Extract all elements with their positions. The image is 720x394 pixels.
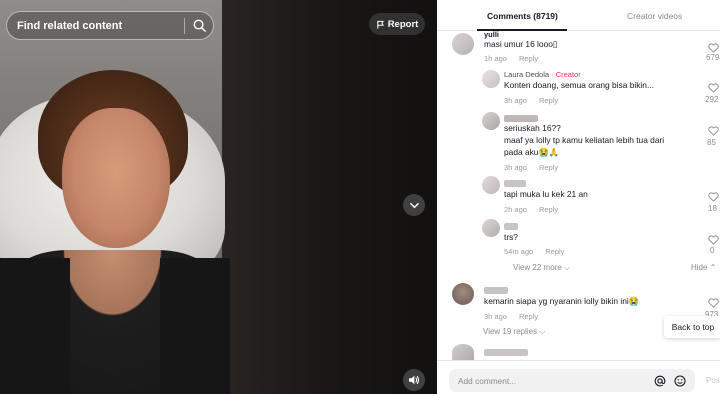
like-count: 679 xyxy=(706,53,720,62)
comment-text: seriuskah 16?? xyxy=(504,123,561,133)
blurred-username xyxy=(484,287,508,294)
chevron-down-icon xyxy=(409,202,419,208)
flag-icon xyxy=(376,20,384,29)
avatar[interactable] xyxy=(482,70,500,88)
search-input[interactable]: Find related content xyxy=(7,20,184,32)
reply-button[interactable]: Reply xyxy=(519,54,538,63)
reply-item: trs? 54m ago Reply 0 xyxy=(437,219,720,259)
search-bar[interactable]: Find related content xyxy=(6,11,214,40)
comment-time: 1h ago xyxy=(484,54,507,63)
comment-time: 3h ago xyxy=(504,163,527,172)
reply-button[interactable]: Reply xyxy=(545,247,564,256)
tab-bar: Comments (8719) Creator videos xyxy=(437,0,720,31)
comment-meta: 1h ago Reply xyxy=(484,54,538,63)
search-button[interactable] xyxy=(185,12,213,39)
reply-item: seriuskah 16?? maaf ya lolly tp kamu kel… xyxy=(437,112,720,174)
tab-creator-videos[interactable]: Creator videos xyxy=(627,11,682,21)
reply-item: Laura Dedola · Creator Konten doang, sem… xyxy=(437,68,720,108)
comment-input[interactable]: Add comment... xyxy=(449,369,695,392)
comment-author[interactable]: Laura Dedola · Creator xyxy=(504,70,581,79)
blurred-username xyxy=(504,180,526,187)
next-video-button[interactable] xyxy=(403,194,425,216)
heart-icon[interactable] xyxy=(708,192,719,202)
back-to-top-button[interactable]: Back to top xyxy=(664,316,720,338)
heart-icon[interactable] xyxy=(708,298,719,308)
comment-text: pada aku😭🙏 xyxy=(504,147,560,157)
comment-meta: 2h ago Reply xyxy=(504,205,558,214)
avatar[interactable] xyxy=(482,219,500,237)
heart-icon[interactable] xyxy=(708,126,719,136)
view-replies-label[interactable]: View 19 replies xyxy=(483,327,537,336)
view-more-label[interactable]: View 22 more xyxy=(513,263,562,272)
comment-text: maaf ya lolly tp kamu keliatan lebih tua… xyxy=(504,135,665,145)
tab-comments[interactable]: Comments (8719) xyxy=(487,11,558,21)
view-replies[interactable]: View 19 replies ⌵ xyxy=(483,327,545,337)
avatar[interactable] xyxy=(482,112,500,130)
creator-badge: Creator xyxy=(555,70,581,79)
avatar[interactable] xyxy=(452,283,474,305)
report-button[interactable]: Report xyxy=(369,13,425,35)
reply-button[interactable]: Reply xyxy=(539,96,558,105)
comment-text: trs? xyxy=(504,232,518,242)
heart-icon[interactable] xyxy=(708,235,719,245)
video-frame xyxy=(0,0,437,394)
like-count: 85 xyxy=(707,138,716,147)
comment-text: tapi muka lu kek 21 an xyxy=(504,189,588,199)
reply-button[interactable]: Reply xyxy=(519,312,538,321)
hide-replies-button[interactable]: Hide ⌃ xyxy=(691,263,716,272)
search-icon xyxy=(193,19,206,32)
like-count: 292 xyxy=(705,95,719,104)
comment-item: yulli masi umur 16 looo▯ 1h ago Reply 679 xyxy=(437,30,720,65)
post-button[interactable]: Post xyxy=(706,376,720,385)
comment-meta: 3h ago Reply xyxy=(504,96,558,105)
comment-time: 2h ago xyxy=(504,205,527,214)
video-player[interactable]: Find related content Report xyxy=(0,0,437,394)
emoji-icon[interactable] xyxy=(674,374,686,387)
avatar[interactable] xyxy=(452,33,474,55)
blurred-username xyxy=(484,349,528,356)
blurred-username xyxy=(504,115,538,122)
comment-meta: 3h ago Reply xyxy=(484,312,538,321)
like-count: 0 xyxy=(710,246,715,255)
heart-icon[interactable] xyxy=(708,43,719,53)
comment-text: Konten doang, semua orang bisa bikin... xyxy=(504,80,654,90)
volume-button[interactable] xyxy=(403,369,425,391)
author-name[interactable]: Laura Dedola xyxy=(504,70,549,79)
reply-button[interactable]: Reply xyxy=(539,163,558,172)
reply-item: tapi muka lu kek 21 an 2h ago Reply 18 xyxy=(437,176,720,216)
report-label: Report xyxy=(387,18,419,30)
comment-text: kemarin siapa yg nyaranin lolly bikin in… xyxy=(484,296,640,306)
comment-time: 54m ago xyxy=(504,247,534,256)
avatar[interactable] xyxy=(452,344,474,360)
comment-composer: Add comment... Post xyxy=(437,360,720,394)
comment-time: 3h ago xyxy=(484,312,507,321)
at-icon[interactable] xyxy=(654,375,666,387)
comment-text: masi umur 16 looo▯ xyxy=(484,39,558,49)
volume-icon xyxy=(409,375,420,385)
like-count: 18 xyxy=(708,204,717,213)
heart-icon[interactable] xyxy=(708,83,719,93)
view-more-replies[interactable]: View 22 more ⌵ xyxy=(513,263,570,273)
hide-label[interactable]: Hide xyxy=(691,263,707,272)
comment-time: 3h ago xyxy=(504,96,527,105)
comments-panel: Comments (8719) Creator videos yulli mas… xyxy=(437,0,720,394)
avatar[interactable] xyxy=(482,176,500,194)
comment-meta: 54m ago Reply xyxy=(504,247,564,256)
reply-button[interactable]: Reply xyxy=(539,205,558,214)
comment-meta: 3h ago Reply xyxy=(504,163,558,172)
creator-separator: · xyxy=(549,70,556,79)
comment-input-placeholder[interactable]: Add comment... xyxy=(449,376,654,386)
blurred-username xyxy=(504,223,518,230)
